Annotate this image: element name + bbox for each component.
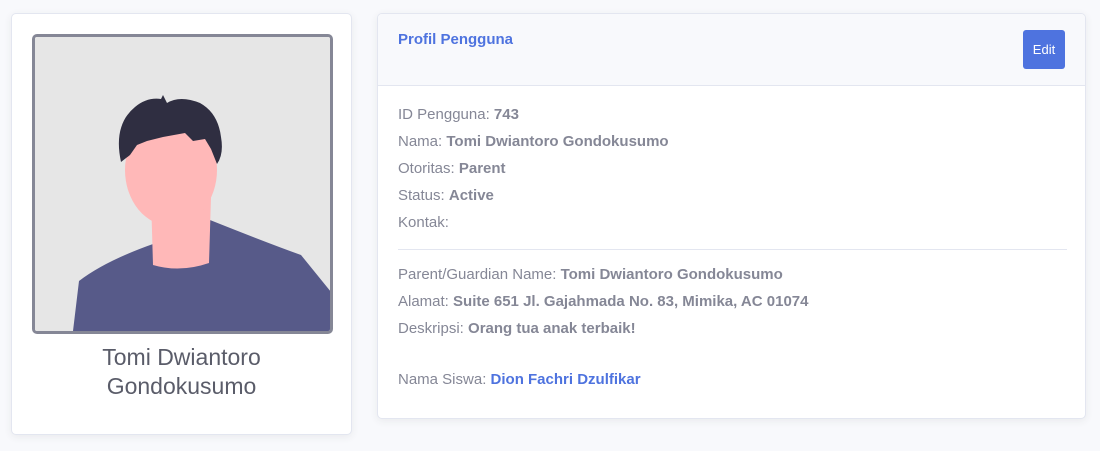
contact-label: Kontak: [398, 214, 449, 231]
name-label: Nama: [398, 133, 443, 150]
guardian-name-value: Tomi Dwiantoro Gondokusumo [560, 266, 783, 283]
avatar [32, 34, 333, 334]
user-display-name-line2: Gondokusumo [106, 373, 257, 399]
profile-title: Profil Pengguna [398, 31, 514, 48]
user-display-name-line1: Tomi Dwiantoro [102, 344, 261, 370]
authority-row: Otoritas: Parent [398, 155, 1067, 182]
description-row: Deskripsi: Orang tua anak terbaik! [398, 315, 1067, 342]
edit-button[interactable]: Edit [1023, 30, 1065, 69]
section-divider [398, 249, 1067, 250]
address-row: Alamat: Suite 651 Jl. Gajahmada No. 83, … [398, 288, 1067, 315]
guardian-info-section: Parent/Guardian Name: Tomi Dwiantoro Gon… [398, 261, 1067, 393]
profile-card: Profil Pengguna Edit ID Pengguna: 743 Na… [377, 13, 1086, 419]
authority-value: Parent [458, 160, 506, 177]
profile-card-body: ID Pengguna: 743 Nama: Tomi Dwiantoro Go… [398, 86, 1067, 393]
user-id-value: 743 [493, 106, 519, 123]
student-name-row: Nama Siswa: Dion Fachri Dzulfikar [398, 366, 1067, 393]
avatar-card: Tomi Dwiantoro Gondokusumo [11, 13, 352, 435]
status-value: Active [448, 187, 494, 204]
profile-card-header: Profil Pengguna Edit [378, 14, 1085, 86]
address-value: Suite 651 Jl. Gajahmada No. 83, Mimika, … [453, 293, 809, 310]
guardian-name-label: Parent/Guardian Name: [398, 266, 557, 283]
description-label: Deskripsi: [398, 320, 464, 337]
address-label: Alamat: [398, 293, 449, 310]
profile-info-section: ID Pengguna: 743 Nama: Tomi Dwiantoro Go… [398, 86, 1067, 236]
name-row: Nama: Tomi Dwiantoro Gondokusumo [398, 128, 1067, 155]
user-avatar-icon [35, 37, 330, 331]
status-label: Status: [398, 187, 445, 204]
student-name-label: Nama Siswa: [398, 371, 487, 388]
name-value: Tomi Dwiantoro Gondokusumo [446, 133, 669, 150]
authority-label: Otoritas: [398, 160, 455, 177]
description-value: Orang tua anak terbaik! [468, 320, 636, 337]
student-name-link[interactable]: Dion Fachri Dzulfikar [491, 371, 641, 388]
user-id-row: ID Pengguna: 743 [398, 101, 1067, 128]
user-display-name: Tomi Dwiantoro Gondokusumo [12, 343, 351, 401]
user-id-label: ID Pengguna: [398, 106, 490, 123]
status-row: Status: Active [398, 182, 1067, 209]
guardian-name-row: Parent/Guardian Name: Tomi Dwiantoro Gon… [398, 261, 1067, 288]
contact-row: Kontak: [398, 209, 1067, 236]
